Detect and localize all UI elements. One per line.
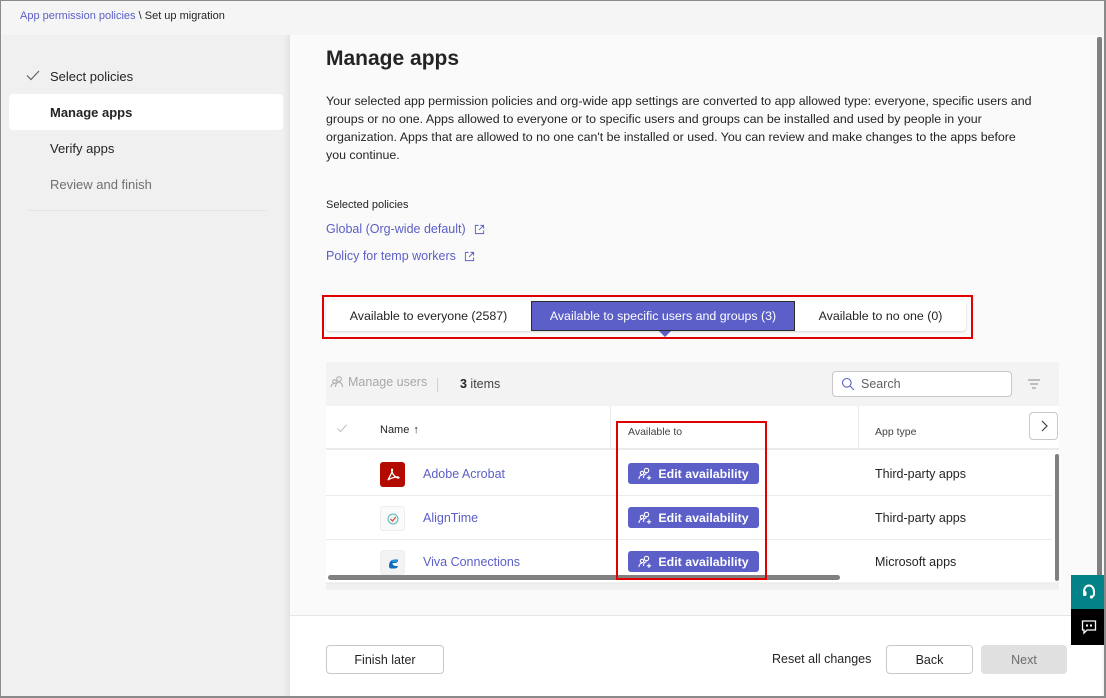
breadcrumb-link-app-permission-policies[interactable]: App permission policies	[20, 10, 136, 22]
app-name-link[interactable]: Viva Connections	[423, 555, 520, 569]
breadcrumb-separator: \	[135, 10, 145, 22]
external-link-icon	[474, 224, 484, 234]
help-button[interactable]	[1071, 575, 1104, 609]
page-title: Manage apps	[326, 47, 460, 70]
finish-later-button[interactable]: Finish later	[326, 645, 444, 674]
viva-connections-icon	[380, 550, 405, 575]
people-icon	[330, 376, 343, 388]
app-type-value: Third-party apps	[875, 511, 967, 525]
main-content: Manage apps Your selected app permission…	[290, 35, 1102, 615]
column-divider	[858, 406, 859, 450]
app-window: App permission policies \ Set up migrati…	[0, 0, 1106, 698]
back-button[interactable]: Back	[886, 645, 973, 674]
next-button: Next	[981, 645, 1067, 674]
wizard-steps-sidebar: Select policies Manage apps Verify apps …	[2, 35, 290, 696]
column-header-name[interactable]: Name ↑	[380, 424, 419, 436]
aligntime-icon	[380, 506, 405, 531]
table-toolbar: Manage users 3 items	[326, 362, 1059, 406]
search-icon	[841, 377, 855, 391]
policy-link-label: Policy for temp workers	[326, 249, 456, 263]
adobe-acrobat-icon	[380, 462, 405, 487]
sidebar-divider	[28, 210, 266, 211]
checkmark-icon	[26, 70, 40, 81]
toolbar-divider	[437, 378, 438, 392]
sort-ascending-icon: ↑	[413, 424, 419, 436]
column-header-app-type[interactable]: App type	[875, 426, 916, 438]
feedback-chat-icon	[1081, 620, 1097, 635]
scroll-columns-right-button[interactable]	[1029, 412, 1058, 440]
page-vertical-scrollbar[interactable]	[1097, 37, 1102, 617]
selected-policies-label: Selected policies	[326, 199, 409, 211]
policy-link-label: Global (Org-wide default)	[326, 222, 466, 236]
external-link-icon	[464, 251, 474, 261]
step-label: Review and finish	[50, 176, 152, 192]
app-type-value: Third-party apps	[875, 467, 967, 481]
step-manage-apps[interactable]: Manage apps	[9, 94, 283, 130]
step-review-and-finish: Review and finish	[9, 166, 283, 202]
tab-available-to-specific-users[interactable]: Available to specific users and groups (…	[531, 301, 795, 337]
availability-tabs: Available to everyone (2587) Available t…	[326, 301, 966, 337]
step-label: Select policies	[50, 68, 134, 84]
items-count: 3 items	[460, 377, 501, 391]
policy-link-global[interactable]: Global (Org-wide default)	[326, 222, 485, 236]
breadcrumb: App permission policies \ Set up migrati…	[20, 10, 225, 22]
search-box[interactable]	[832, 371, 1012, 397]
column-divider	[610, 406, 611, 450]
wizard-footer: Finish later Reset all changes Back Next	[290, 615, 1102, 696]
app-name-link[interactable]: AlignTime	[423, 511, 478, 525]
breadcrumb-current: Set up migration	[144, 10, 225, 22]
page-description: Your selected app permission policies an…	[326, 94, 1032, 162]
tab-available-to-no-one[interactable]: Available to no one (0)	[795, 301, 966, 331]
feedback-button[interactable]	[1071, 609, 1104, 645]
manage-users-label: Manage users	[348, 375, 428, 389]
available-to-column-highlight-annotation	[616, 421, 767, 580]
headset-help-icon	[1083, 584, 1095, 599]
search-input[interactable]	[861, 377, 1001, 391]
policy-link-temp-workers[interactable]: Policy for temp workers	[326, 249, 475, 263]
app-name-link[interactable]: Adobe Acrobat	[423, 467, 505, 481]
apps-table: Manage users 3 items Name ↑	[326, 362, 1059, 590]
reset-all-changes-link[interactable]: Reset all changes	[772, 652, 871, 666]
step-label: Verify apps	[50, 140, 115, 156]
table-vertical-scrollbar[interactable]	[1055, 454, 1059, 581]
filter-icon[interactable]	[1026, 377, 1042, 391]
step-label: Manage apps	[50, 104, 133, 120]
chevron-right-icon	[1041, 420, 1048, 432]
app-type-value: Microsoft apps	[875, 555, 957, 569]
tab-available-to-everyone[interactable]: Available to everyone (2587)	[326, 301, 531, 331]
step-select-policies[interactable]: Select policies	[9, 58, 283, 94]
select-all-checkmark-icon[interactable]	[336, 422, 348, 434]
manage-users-button[interactable]: Manage users	[330, 375, 427, 389]
step-verify-apps[interactable]: Verify apps	[9, 130, 283, 166]
